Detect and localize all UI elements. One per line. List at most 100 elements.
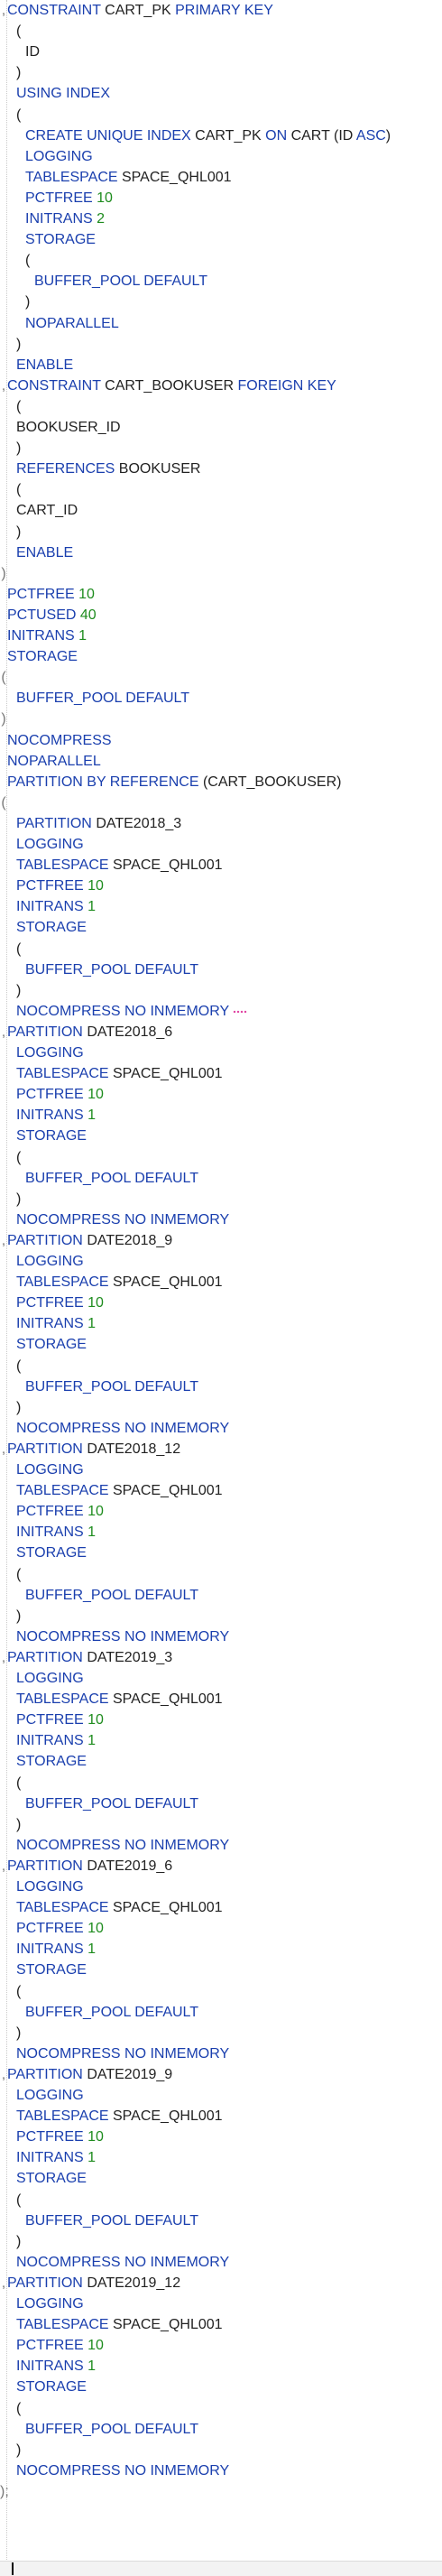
code-line[interactable]: PCTFREE 10 (0, 1918, 104, 1939)
code-line[interactable]: ) (0, 334, 21, 355)
code-line[interactable]: LOGGING (0, 834, 84, 855)
code-line[interactable]: , CONSTRAINT CART_BOOKUSER FOREIGN KEY (0, 375, 336, 396)
code-line[interactable]: NOPARALLEL (0, 313, 119, 334)
code-line[interactable]: ) (0, 1189, 21, 1209)
code-line[interactable]: ( (0, 105, 21, 125)
code-line[interactable]: ) (0, 1606, 21, 1626)
code-line[interactable]: ENABLE (0, 542, 73, 563)
code-line[interactable]: PCTFREE 10 (0, 1710, 104, 1730)
code-line[interactable]: BUFFER_POOL DEFAULT (0, 2002, 198, 2023)
code-line[interactable]: ( (0, 2190, 21, 2210)
code-line[interactable]: ( (0, 1773, 21, 1793)
code-line[interactable]: PCTFREE 10 (0, 876, 104, 896)
code-line[interactable]: ) (0, 2023, 21, 2043)
code-line[interactable]: ) (0, 2440, 21, 2460)
code-line[interactable]: PARTITION DATE2018_3 (0, 813, 181, 834)
code-line[interactable]: NOCOMPRESS NO INMEMORY (0, 2043, 229, 2064)
code-line[interactable]: TABLESPACE SPACE_QHL001 (0, 1272, 223, 1293)
code-line[interactable]: ) (0, 1397, 21, 1418)
code-line[interactable]: STORAGE (0, 1751, 87, 1772)
code-line[interactable]: STORAGE (0, 229, 96, 250)
code-line[interactable]: INITRANS 1 (0, 2147, 96, 2168)
code-line[interactable]: STORAGE (0, 917, 87, 938)
code-line[interactable]: INITRANS 1 (0, 1105, 96, 1126)
code-line[interactable]: BUFFER_POOL DEFAULT (0, 1376, 198, 1397)
code-line[interactable]: ( (0, 1147, 21, 1168)
code-line[interactable]: LOGGING (0, 1459, 84, 1480)
code-line[interactable]: PCTFREE 10 (0, 1501, 104, 1522)
code-line[interactable]: INITRANS 1 (0, 1313, 96, 1334)
code-line[interactable]: ) (0, 1814, 21, 1835)
code-line[interactable]: NOCOMPRESS NO INMEMORY (0, 2252, 229, 2273)
code-line[interactable]: ); (0, 2481, 9, 2502)
code-line[interactable]: , PARTITION DATE2019_12 (0, 2273, 180, 2293)
code-line[interactable]: BOOKUSER_ID (0, 417, 121, 438)
code-line[interactable]: STORAGE (0, 1960, 87, 1980)
code-line[interactable]: , PARTITION DATE2019_9 (0, 2064, 172, 2085)
code-line[interactable]: LOGGING (0, 1668, 84, 1689)
code-line[interactable]: USING INDEX (0, 83, 110, 104)
code-line[interactable]: PCTFREE 10 (0, 188, 113, 208)
code-line[interactable]: ( (0, 396, 21, 417)
code-line[interactable]: TABLESPACE SPACE_QHL001 (0, 1063, 223, 1084)
code-line[interactable]: ( (0, 2398, 21, 2419)
code-line[interactable]: ) (0, 292, 30, 312)
code-line[interactable]: ( (0, 1564, 21, 1585)
code-line[interactable]: PCTFREE 10 (0, 2127, 104, 2147)
code-line[interactable]: ( (0, 667, 7, 688)
code-line[interactable]: TABLESPACE SPACE_QHL001 (0, 1480, 223, 1501)
code-line[interactable]: BUFFER_POOL DEFAULT (0, 271, 207, 292)
code-line[interactable]: ) (0, 438, 21, 459)
code-line[interactable]: TABLESPACE SPACE_QHL001 (0, 2106, 223, 2127)
code-line[interactable]: ) (0, 709, 7, 729)
code-line[interactable]: PARTITION BY REFERENCE (CART_BOOKUSER) (0, 772, 341, 792)
code-line[interactable]: PCTFREE 10 (0, 584, 95, 605)
code-line[interactable]: CART_ID (0, 500, 78, 521)
code-line[interactable]: LOGGING (0, 146, 93, 167)
code-line[interactable]: INITRANS 1 (0, 896, 96, 917)
code-line[interactable]: ( (0, 479, 21, 500)
code-line[interactable]: NOCOMPRESS NO INMEMORY (0, 1418, 229, 1439)
code-line[interactable]: , PARTITION DATE2018_12 (0, 1439, 180, 1459)
code-line[interactable]: ) (0, 563, 7, 584)
code-line[interactable]: NOCOMPRESS (0, 730, 112, 751)
code-line[interactable]: , PARTITION DATE2019_6 (0, 1856, 172, 1876)
code-line[interactable]: STORAGE (0, 1126, 87, 1146)
code-line[interactable]: REFERENCES BOOKUSER (0, 459, 200, 479)
code-line[interactable]: PCTUSED 40 (0, 605, 97, 625)
code-line[interactable]: ) (0, 62, 21, 83)
code-line[interactable]: ( (0, 939, 21, 959)
code-line[interactable]: LOGGING (0, 1876, 84, 1897)
code-line[interactable]: INITRANS 1 (0, 1730, 96, 1751)
code-line[interactable]: BUFFER_POOL DEFAULT (0, 1585, 198, 1606)
sql-editor[interactable]: , CONSTRAINT CART_PK PRIMARY KEY(ID) USING… (0, 0, 442, 2576)
code-line[interactable]: ( (0, 792, 7, 813)
code-line[interactable]: STORAGE (0, 2377, 87, 2397)
code-line[interactable]: , PARTITION DATE2018_6 (0, 1022, 172, 1042)
code-line[interactable]: TABLESPACE SPACE_QHL001 (0, 167, 232, 188)
code-line[interactable]: ( (0, 1981, 21, 2002)
code-line[interactable]: ENABLE (0, 355, 73, 375)
code-line[interactable]: STORAGE (0, 2168, 87, 2189)
code-line[interactable]: NOPARALLEL (0, 751, 101, 772)
code-line[interactable]: ID (0, 42, 40, 62)
code-line[interactable]: INITRANS 1 (0, 1939, 96, 1960)
code-line[interactable]: INITRANS 1 (0, 1522, 96, 1543)
code-line[interactable]: ) (0, 522, 21, 542)
code-line[interactable]: ( (0, 1356, 21, 1376)
code-line[interactable]: NOCOMPRESS NO INMEMORY (0, 2460, 229, 2481)
code-line[interactable]: PCTFREE 10 (0, 1293, 104, 1313)
code-line[interactable]: ) (0, 2231, 21, 2252)
code-line[interactable]: TABLESPACE SPACE_QHL001 (0, 2314, 223, 2335)
code-line[interactable]: PCTFREE 10 (0, 1084, 104, 1105)
code-line[interactable]: BUFFER_POOL DEFAULT (0, 2419, 198, 2440)
code-line[interactable]: LOGGING (0, 2085, 84, 2106)
code-line[interactable]: LOGGING (0, 2293, 84, 2314)
code-line[interactable]: CREATE UNIQUE INDEX CART_PK ON CART (ID … (0, 125, 391, 146)
code-line[interactable]: , PARTITION DATE2018_9 (0, 1230, 172, 1251)
code-line[interactable]: PCTFREE 10 (0, 2335, 104, 2356)
code-line[interactable]: INITRANS 1 (0, 625, 87, 646)
code-line[interactable]: BUFFER_POOL DEFAULT (0, 2210, 198, 2231)
code-line[interactable]: STORAGE (0, 1334, 87, 1355)
code-line[interactable]: NOCOMPRESS NO INMEMORY (0, 1001, 248, 1022)
